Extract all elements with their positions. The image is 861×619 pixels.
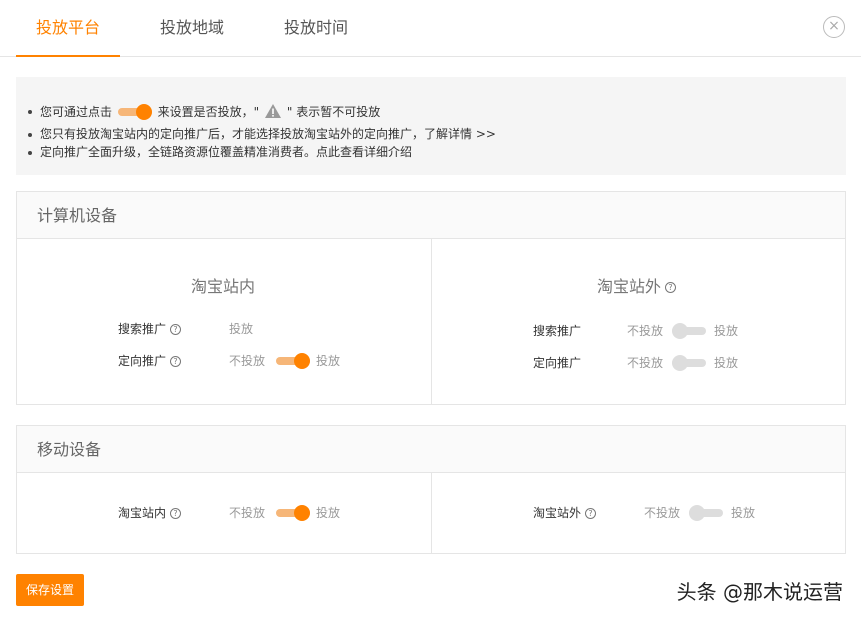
row-label: 淘宝站外?: [533, 504, 597, 521]
column-divider: [431, 473, 432, 553]
row-label-text: 淘宝站内: [118, 506, 167, 520]
toggle-sample-icon: [117, 103, 152, 120]
row-label-text: 搜索推广: [118, 322, 167, 336]
notice-text: " 表示暂不可投放: [286, 105, 381, 119]
toggle-knob: [672, 355, 688, 371]
toggle-knob: [294, 505, 310, 521]
row-label: 搜索推广: [533, 324, 582, 338]
notice-text: 您只有投放淘宝站内的定向推广后，才能选择投放淘宝站外的定向推广，: [40, 127, 425, 141]
option-on-label: 投放: [229, 322, 254, 336]
toggle-knob: [294, 353, 310, 369]
column-title-text: 淘宝站外: [597, 277, 662, 296]
notice-text: 定向推广全面升级，全链路资源位覆盖精准消费者。: [40, 145, 317, 159]
tab-bar: 投放平台 投放地域 投放时间 ×: [0, 0, 861, 57]
row-label: 搜索推广?: [118, 320, 182, 337]
help-icon[interactable]: ?: [665, 282, 677, 293]
row-label: 定向推广: [533, 356, 582, 370]
toggle-knob: [672, 323, 688, 339]
toggle-knob: [689, 505, 705, 521]
panel-body: 淘宝站内? 不投放 投放 淘宝站外? 不投放 投放: [17, 473, 845, 553]
option-on-label: 投放: [714, 324, 739, 338]
option-on-label: 投放: [316, 354, 341, 368]
column-divider: [431, 239, 432, 404]
notice-box: 您可通过点击 来设置是否投放，" " 表示暂不可投放 您只有投放淘宝站内的定向推…: [16, 77, 846, 175]
notice-text: 来设置是否投放，": [157, 105, 260, 119]
help-icon[interactable]: ?: [170, 356, 182, 367]
option-on-label: 投放: [714, 356, 739, 370]
warning-icon: [264, 103, 282, 119]
save-settings-button[interactable]: 保存设置: [16, 574, 84, 606]
mobile-device-panel: 移动设备 淘宝站内? 不投放 投放 淘宝站外? 不投放 投放: [16, 425, 846, 554]
option-off-label: 不投放: [229, 354, 266, 368]
mobile-outside-toggle[interactable]: [689, 505, 723, 521]
notice-text: 您可通过点击: [40, 105, 113, 119]
panel-title: 移动设备: [17, 426, 845, 473]
column-title: 淘宝站外?: [597, 273, 677, 297]
panel-body: 淘宝站内 搜索推广? 投放 定向推广? 不投放 投放 淘宝站外? 搜索推广 不投…: [17, 239, 845, 404]
row-label: 定向推广?: [118, 352, 182, 369]
view-details-link[interactable]: 点此查看详细介绍: [316, 145, 412, 159]
tab-platform[interactable]: 投放平台: [16, 0, 120, 57]
notice-item: 您只有投放淘宝站内的定向推广后，才能选择投放淘宝站外的定向推广，了解详情 >>: [26, 126, 846, 142]
pc-device-panel: 计算机设备 淘宝站内 搜索推广? 投放 定向推广? 不投放 投放 淘宝站外? 搜…: [16, 191, 846, 405]
help-icon[interactable]: ?: [170, 508, 182, 519]
pc-inside-targeting-toggle[interactable]: [276, 353, 310, 369]
pc-outside-search-toggle[interactable]: [672, 323, 706, 339]
option-off-label: 不投放: [627, 324, 664, 338]
row-label-text: 定向推广: [118, 354, 167, 368]
pc-outside-targeting-toggle[interactable]: [672, 355, 706, 371]
mobile-inside-toggle[interactable]: [276, 505, 310, 521]
tab-time[interactable]: 投放时间: [264, 0, 368, 57]
option-on-label: 投放: [316, 506, 341, 520]
row-label-text: 淘宝站外: [533, 506, 582, 520]
column-title: 淘宝站内: [191, 277, 256, 296]
panel-title: 计算机设备: [17, 192, 845, 239]
learn-more-link[interactable]: 了解详情 >>: [424, 127, 496, 141]
tab-region[interactable]: 投放地域: [140, 0, 244, 57]
watermark: 头条 @那木说运营: [676, 580, 843, 604]
close-icon[interactable]: ×: [823, 16, 845, 38]
option-on-label: 投放: [731, 506, 756, 520]
option-off-label: 不投放: [644, 506, 681, 520]
help-icon[interactable]: ?: [170, 324, 182, 335]
row-label: 淘宝站内?: [118, 504, 182, 521]
help-icon[interactable]: ?: [585, 508, 597, 519]
notice-item: 定向推广全面升级，全链路资源位覆盖精准消费者。点此查看详细介绍: [26, 144, 846, 160]
option-off-label: 不投放: [627, 356, 664, 370]
notice-item: 您可通过点击 来设置是否投放，" " 表示暂不可投放: [26, 100, 846, 124]
option-off-label: 不投放: [229, 506, 266, 520]
